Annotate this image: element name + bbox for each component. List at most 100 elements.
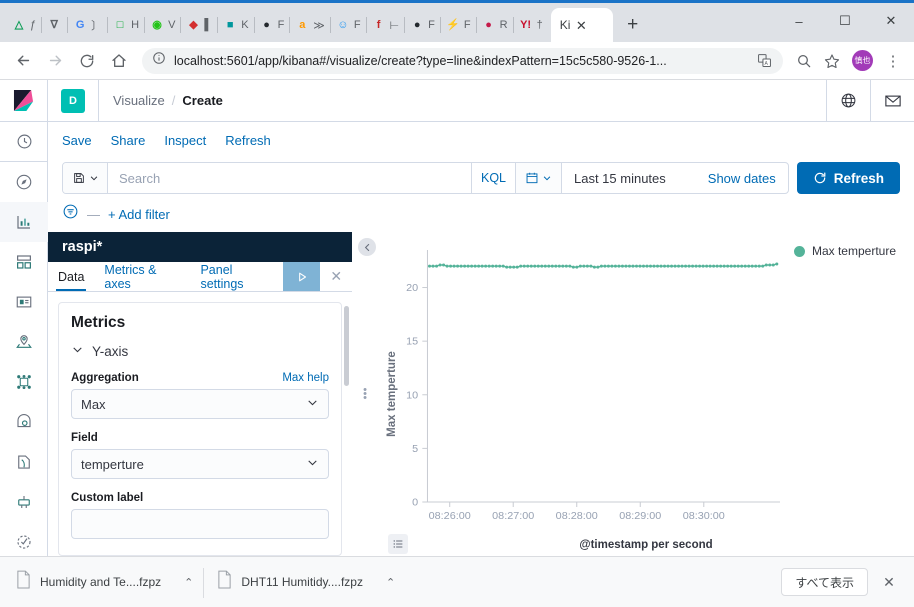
series-point[interactable]: [659, 264, 663, 268]
series-point[interactable]: [641, 264, 646, 268]
topnav-inspect[interactable]: Inspect: [164, 133, 206, 148]
mail-icon[interactable]: [870, 80, 914, 121]
series-point[interactable]: [684, 264, 688, 268]
series-point[interactable]: [736, 264, 740, 268]
minimize-icon[interactable]: –: [776, 4, 822, 38]
series-point[interactable]: [645, 264, 649, 268]
window-close-icon[interactable]: ✕: [868, 4, 914, 38]
series-point[interactable]: [508, 265, 512, 269]
series-point[interactable]: [578, 264, 582, 268]
series-point[interactable]: [719, 264, 723, 268]
aggregation-help-link[interactable]: Max help: [282, 372, 329, 384]
series-point[interactable]: [666, 264, 670, 268]
topnav-refresh[interactable]: Refresh: [225, 133, 271, 148]
series-point[interactable]: [747, 264, 751, 268]
pinned-tab-gmail-filter[interactable]: ∇: [41, 8, 67, 42]
series-point[interactable]: [733, 264, 737, 268]
series-point[interactable]: [512, 265, 516, 269]
series-point[interactable]: [722, 264, 726, 268]
series-point[interactable]: [592, 265, 596, 269]
reload-icon[interactable]: [72, 46, 102, 76]
pinned-tab-stack-red[interactable]: ◆ ▌: [180, 8, 217, 42]
series-point[interactable]: [610, 264, 614, 268]
back-icon[interactable]: [8, 46, 38, 76]
series-point[interactable]: [705, 264, 709, 268]
series-point[interactable]: [536, 264, 540, 268]
site-info-icon[interactable]: [152, 51, 166, 70]
add-filter-button[interactable]: + Add filter: [108, 207, 170, 222]
aggregation-select[interactable]: Max: [71, 389, 329, 419]
series-point[interactable]: [627, 264, 632, 268]
address-bar[interactable]: localhost:5601/app/kibana#/visualize/cre…: [142, 47, 783, 74]
series-point[interactable]: [571, 265, 575, 269]
series-point[interactable]: [670, 264, 674, 268]
series-point[interactable]: [529, 264, 533, 268]
series-point[interactable]: [491, 264, 495, 268]
sidebar-item-apm[interactable]: [0, 482, 48, 522]
home-icon[interactable]: [104, 46, 134, 76]
search-field[interactable]: [108, 163, 471, 193]
saved-query-button[interactable]: [63, 163, 108, 193]
pinned-tab-raspberry-pi[interactable]: ● R: [475, 8, 513, 42]
series-point[interactable]: [701, 264, 705, 268]
series-point[interactable]: [729, 264, 733, 268]
series-point[interactable]: [557, 264, 561, 268]
series-point[interactable]: [708, 264, 712, 268]
series-point[interactable]: [470, 264, 474, 268]
series-point[interactable]: [603, 264, 607, 268]
series-point[interactable]: [438, 263, 442, 267]
pinned-tab-evernote[interactable]: □ H: [107, 8, 144, 42]
browser-menu-icon[interactable]: ⋮: [880, 48, 906, 74]
sidebar-item-discover[interactable]: [0, 162, 48, 202]
show-dates-button[interactable]: Show dates: [708, 171, 776, 186]
series-point[interactable]: [484, 264, 488, 268]
series-point[interactable]: [554, 264, 558, 268]
series-point[interactable]: [712, 264, 716, 268]
editor-scrollbar[interactable]: [344, 306, 349, 386]
series-point[interactable]: [561, 264, 565, 268]
pinned-tab-github-2[interactable]: ● F: [404, 8, 440, 42]
series-point[interactable]: [589, 264, 593, 268]
sidebar-item-recently-viewed[interactable]: [0, 122, 48, 162]
search-input[interactable]: [119, 170, 460, 186]
date-range-display[interactable]: Last 15 minutes: [562, 163, 678, 193]
query-language-button[interactable]: KQL: [471, 163, 516, 193]
chevron-up-icon[interactable]: ⌃: [386, 576, 395, 589]
series-point[interactable]: [726, 264, 730, 268]
series-point[interactable]: [764, 263, 768, 267]
series-point[interactable]: [533, 264, 537, 268]
series-point[interactable]: [452, 264, 456, 268]
series-point[interactable]: [435, 264, 439, 268]
profile-avatar[interactable]: 慎也: [852, 50, 873, 71]
series-point[interactable]: [687, 264, 691, 268]
series-point[interactable]: [662, 264, 667, 268]
series-point[interactable]: [620, 264, 624, 268]
series-point[interactable]: [754, 264, 758, 268]
series-point[interactable]: [477, 264, 481, 268]
series-point[interactable]: [750, 264, 754, 268]
series-point[interactable]: [445, 264, 449, 268]
close-download-bar-icon[interactable]: ✕: [874, 567, 904, 597]
zoom-icon[interactable]: [791, 48, 817, 74]
pinned-tab-yahoo[interactable]: Y! †: [512, 8, 548, 42]
series-point[interactable]: [613, 264, 617, 268]
series-point[interactable]: [698, 264, 702, 268]
translate-icon[interactable]: A: [755, 52, 773, 70]
chevron-up-icon[interactable]: ⌃: [184, 576, 193, 589]
series-point[interactable]: [526, 264, 530, 268]
series-point[interactable]: [677, 264, 681, 268]
series-point[interactable]: [761, 264, 765, 268]
series-point[interactable]: [715, 264, 719, 268]
series-point[interactable]: [740, 264, 744, 268]
series-point[interactable]: [596, 265, 600, 269]
breadcrumb-visualize[interactable]: Visualize: [113, 93, 165, 108]
series-point[interactable]: [634, 264, 639, 268]
show-all-downloads-button[interactable]: すべて表示: [781, 568, 868, 596]
pinned-tab-open-green[interactable]: ◉ V: [144, 8, 180, 42]
sidebar-item-machine-learning[interactable]: [0, 362, 48, 402]
y-axis-accordion[interactable]: Y-axis: [71, 343, 329, 359]
series-point[interactable]: [449, 264, 453, 268]
series-point[interactable]: [606, 264, 610, 268]
pinned-tab-smile-blue[interactable]: ☺ F: [329, 8, 366, 42]
pinned-tab-google-drive[interactable]: △ ƒ: [6, 8, 41, 42]
